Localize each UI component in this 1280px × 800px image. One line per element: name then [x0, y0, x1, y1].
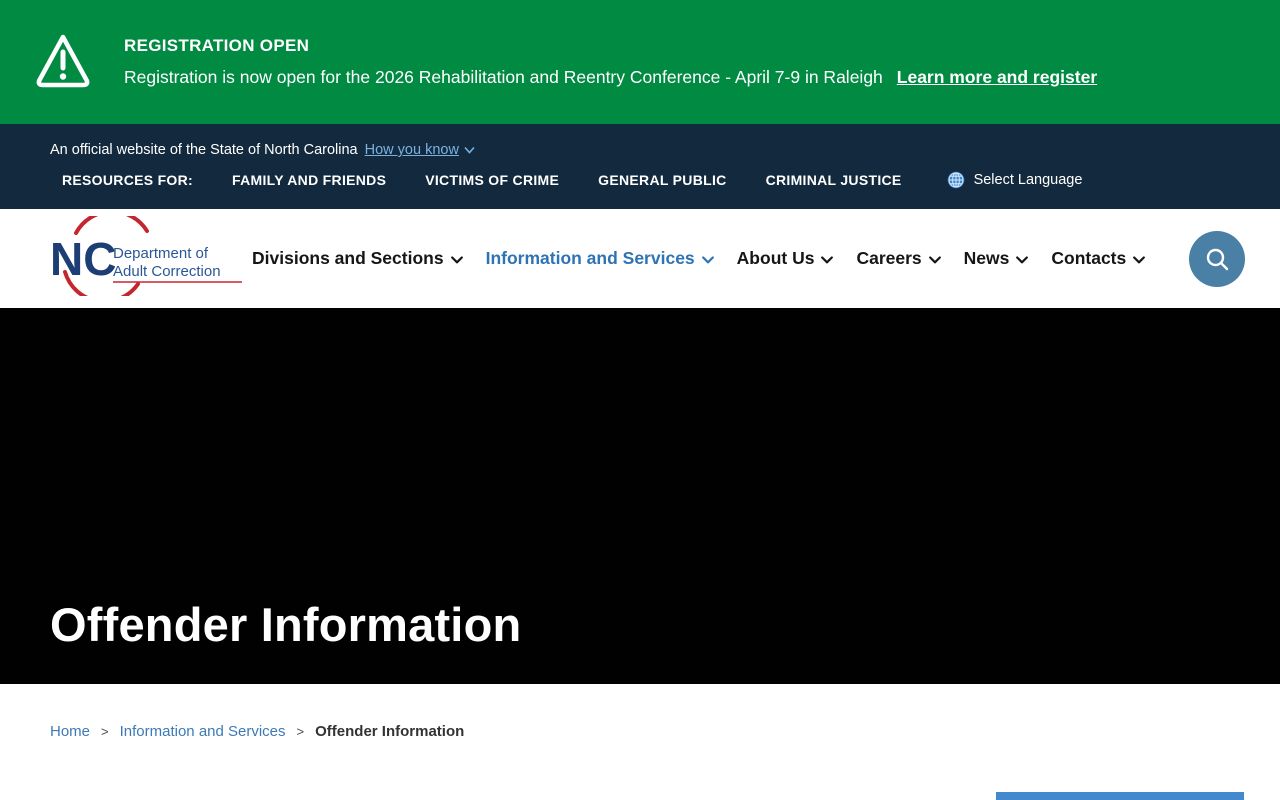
chevron-down-icon — [1133, 256, 1146, 264]
nav-about-us[interactable]: About Us — [737, 248, 834, 269]
nav-label: Divisions and Sections — [252, 248, 444, 268]
how-you-know-label: How you know — [364, 142, 459, 158]
chevron-down-icon — [450, 256, 463, 264]
alert-banner: REGISTRATION OPEN Registration is now op… — [0, 0, 1280, 124]
utility-link-victims-of-crime[interactable]: VICTIMS OF CRIME — [425, 172, 559, 188]
search-button[interactable] — [1189, 230, 1246, 287]
main-nav: Divisions and Sections Information and S… — [252, 248, 1146, 269]
utility-link-general-public[interactable]: GENERAL PUBLIC — [598, 172, 726, 188]
card-top-accent — [996, 792, 1244, 800]
nav-contacts[interactable]: Contacts — [1051, 248, 1146, 269]
nav-label: About Us — [736, 248, 815, 268]
logo-nc-text: NC — [50, 233, 116, 285]
nc-dac-logo[interactable]: NC Department of Adult Correction — [50, 209, 252, 304]
utility-link-criminal-justice[interactable]: CRIMINAL JUSTICE — [766, 172, 902, 188]
page: { "alert": { "title": "REGISTRATION OPEN… — [0, 0, 1280, 800]
breadcrumb-current-page: Offender Information — [315, 723, 465, 740]
language-selector-label: Select Language — [973, 172, 1083, 188]
nav-divisions-and-sections[interactable]: Divisions and Sections — [252, 248, 463, 269]
site-header: NC Department of Adult Correction Divisi… — [0, 209, 1280, 308]
language-selector[interactable]: Select Language — [947, 171, 1083, 189]
resources-for-label: RESOURCES FOR: — [62, 172, 193, 188]
nav-label: News — [963, 248, 1010, 268]
logo-line2: Adult Correction — [113, 263, 221, 280]
how-you-know-link[interactable]: How you know — [365, 142, 475, 158]
nav-news[interactable]: News — [964, 248, 1029, 269]
breadcrumb-home[interactable]: Home — [50, 723, 90, 740]
page-header: REGISTRATION OPEN Registration is now op… — [0, 0, 1280, 308]
nav-information-and-services[interactable]: Information and Services — [486, 248, 714, 269]
search-icon — [1207, 248, 1229, 270]
chevron-down-icon — [928, 256, 941, 264]
chevron-down-icon — [701, 256, 714, 264]
alert-message: Registration is now open for the 2026 Re… — [124, 67, 883, 87]
nav-label: Contacts — [1051, 248, 1127, 268]
nav-label: Information and Services — [485, 248, 695, 268]
official-website-text: An official website of the State of Nort… — [50, 142, 358, 158]
breadcrumb: Home > Information and Services > Offend… — [0, 684, 1280, 740]
chevron-down-icon — [1016, 256, 1029, 264]
alert-title: REGISTRATION OPEN — [124, 36, 310, 55]
logo-line1: Department of — [113, 245, 209, 262]
breadcrumb-information-and-services[interactable]: Information and Services — [120, 723, 286, 740]
alert-learn-more-link[interactable]: Learn more and register — [897, 67, 1097, 87]
chevron-down-icon — [821, 256, 834, 264]
breadcrumb-separator: > — [296, 724, 305, 739]
breadcrumb-separator: > — [101, 724, 109, 739]
content-section: Home > Information and Services > Offend… — [0, 684, 1280, 800]
utility-bar: An official website of the State of Nort… — [0, 124, 1280, 209]
nav-label: Careers — [856, 248, 922, 268]
globe-icon — [947, 171, 964, 189]
warning-icon — [35, 30, 91, 94]
hero-banner: Offender Information — [0, 308, 1280, 684]
chevron-down-icon — [464, 146, 475, 154]
page-title: Offender Information — [50, 598, 522, 651]
nav-careers[interactable]: Careers — [856, 248, 941, 269]
utility-link-family-and-friends[interactable]: FAMILY AND FRIENDS — [232, 172, 386, 188]
